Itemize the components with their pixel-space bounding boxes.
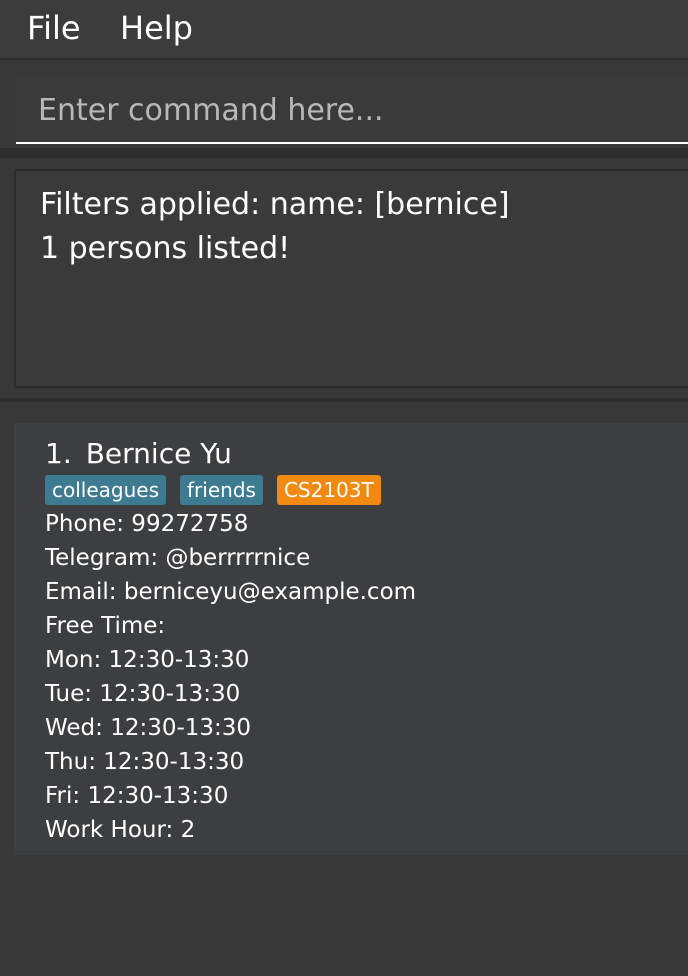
command-box-panel: [0, 62, 688, 158]
free-time-thu: Thu: 12:30-13:30: [45, 749, 245, 775]
menu-file[interactable]: File: [27, 8, 81, 48]
menu-help[interactable]: Help: [120, 8, 193, 48]
result-line-filters: Filters applied: name: [bernice]: [40, 187, 510, 222]
free-time-fri: Fri: 12:30-13:30: [45, 783, 229, 809]
tag-colleagues: colleagues: [45, 475, 167, 505]
command-input[interactable]: [16, 78, 688, 144]
person-email: Email: berniceyu@example.com: [45, 579, 417, 605]
person-name: Bernice Yu: [85, 437, 232, 470]
tag-list: colleagues friends CS2103T: [45, 475, 688, 507]
person-work-hour: Work Hour: 2: [45, 817, 196, 843]
result-line-count: 1 persons listed!: [40, 231, 291, 266]
address-book-window: File Help Filters applied: name: [bernic…: [0, 0, 688, 976]
person-index: 1.: [45, 437, 72, 470]
menu-bar: File Help: [0, 0, 688, 60]
result-display[interactable]: Filters applied: name: [bernice] 1 perso…: [14, 169, 688, 388]
free-time-mon: Mon: 12:30-13:30: [45, 647, 250, 673]
free-time-label: Free Time:: [45, 613, 166, 639]
result-display-panel: Filters applied: name: [bernice] 1 perso…: [0, 158, 688, 402]
person-telegram: Telegram: @berrrrrnice: [45, 545, 311, 571]
tag-friends: friends: [180, 475, 263, 505]
person-header: 1. Bernice Yu: [45, 437, 688, 471]
person-card[interactable]: 1. Bernice Yu colleagues friends CS2103T …: [14, 423, 688, 855]
tag-module: CS2103T: [276, 475, 381, 505]
free-time-wed: Wed: 12:30-13:30: [45, 715, 252, 741]
person-phone: Phone: 99272758: [45, 511, 249, 537]
person-list[interactable]: 1. Bernice Yu colleagues friends CS2103T …: [0, 402, 688, 976]
free-time-tue: Tue: 12:30-13:30: [45, 681, 241, 707]
